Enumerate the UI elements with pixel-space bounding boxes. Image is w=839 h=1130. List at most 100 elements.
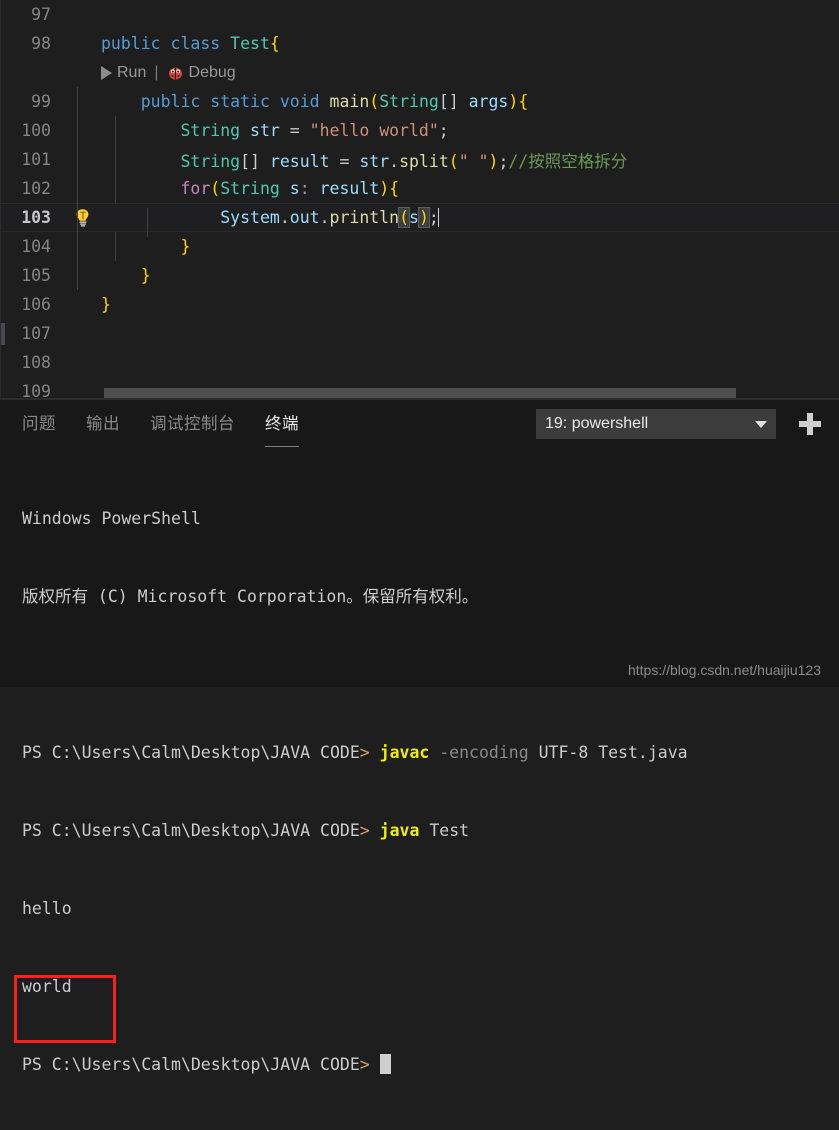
codelens-row[interactable]: Run | Debug bbox=[1, 58, 839, 87]
code-line[interactable]: 107 bbox=[1, 319, 839, 348]
code-token: } bbox=[180, 237, 191, 256]
code-token: ; bbox=[438, 121, 449, 140]
gutter-lightbulb[interactable] bbox=[69, 203, 101, 232]
gutter[interactable] bbox=[69, 87, 101, 116]
new-terminal-button[interactable] bbox=[799, 413, 821, 435]
code-token: void bbox=[279, 92, 330, 111]
terminal-line-output: world bbox=[22, 977, 72, 996]
line-number: 100 bbox=[21, 121, 51, 140]
code-token: . bbox=[319, 208, 330, 227]
tab-terminal[interactable]: 终端 bbox=[265, 410, 299, 447]
terminal-output[interactable]: Windows PowerShell 版权所有 (C) Microsoft Co… bbox=[0, 446, 839, 1074]
codelens-separator: | bbox=[154, 63, 159, 81]
line-number: 108 bbox=[21, 353, 51, 372]
code-token: String bbox=[379, 92, 439, 111]
code-token: ; bbox=[498, 151, 509, 171]
line-number: 103 bbox=[21, 208, 51, 227]
line-number: 107 bbox=[21, 324, 51, 343]
code-token: main bbox=[329, 92, 370, 111]
code-token: [] bbox=[438, 92, 469, 111]
gutter[interactable] bbox=[69, 348, 101, 377]
gutter[interactable] bbox=[69, 377, 101, 399]
code-token: println bbox=[329, 208, 400, 227]
gutter[interactable] bbox=[69, 261, 101, 290]
gutter[interactable] bbox=[69, 232, 116, 261]
code-token: ( bbox=[448, 151, 459, 171]
overview-ruler-marker bbox=[1, 323, 5, 345]
code-token: str bbox=[250, 121, 280, 140]
gutter[interactable] bbox=[69, 174, 116, 203]
line-number: 109 bbox=[21, 382, 51, 399]
code-text: } bbox=[101, 295, 111, 314]
line-number: 102 bbox=[21, 179, 51, 198]
code-token: " " bbox=[458, 151, 489, 171]
code-token: static bbox=[210, 92, 280, 111]
code-line[interactable]: 98 public class Test{ bbox=[1, 29, 839, 58]
terminal-line-prompt: PS C:\Users\Calm\Desktop\JAVA CODE> bbox=[22, 1052, 839, 1078]
gutter[interactable] bbox=[69, 29, 101, 58]
tab-output[interactable]: 输出 bbox=[86, 410, 120, 436]
terminal-selector-dropdown[interactable]: 19: powershell bbox=[536, 409, 776, 439]
code-line[interactable]: 101 String[] result = str.split(" ");//按… bbox=[1, 145, 839, 174]
code-line[interactable]: 104 } bbox=[1, 232, 839, 261]
code-token: ) bbox=[379, 179, 390, 198]
code-token: class bbox=[170, 34, 231, 53]
terminal-cursor bbox=[379, 1054, 391, 1074]
code-text: for(String s: result){ bbox=[101, 179, 399, 198]
code-text: System.out.println(s); bbox=[101, 207, 439, 237]
codelens-debug-label: Debug bbox=[188, 63, 236, 81]
terminal-line-command: PS C:\Users\Calm\Desktop\JAVA CODE> java… bbox=[22, 821, 470, 840]
code-token: for bbox=[180, 179, 211, 198]
code-token: System bbox=[220, 208, 280, 227]
gutter[interactable] bbox=[69, 145, 116, 174]
code-token: String bbox=[180, 121, 241, 140]
code-token: = bbox=[329, 151, 360, 171]
code-editor[interactable]: 97 98 public class Test{ Run | Debug 99 … bbox=[0, 0, 839, 399]
codelens-run-button[interactable]: Run bbox=[101, 64, 146, 82]
code-token: split bbox=[399, 151, 449, 171]
gutter[interactable] bbox=[69, 319, 101, 348]
code-token: ( bbox=[369, 92, 380, 111]
code-token: s bbox=[409, 208, 419, 227]
tab-problems[interactable]: 问题 bbox=[22, 410, 56, 436]
code-line[interactable]: 100 String str = "hello world"; bbox=[1, 116, 839, 145]
codelens-run-label: Run bbox=[117, 63, 147, 81]
code-line[interactable]: 99 public static void main(String[] args… bbox=[1, 87, 839, 116]
tab-debug-console[interactable]: 调试控制台 bbox=[150, 410, 235, 436]
code-token: //按照空格拆分 bbox=[508, 151, 628, 171]
code-text: } bbox=[101, 266, 151, 285]
bottom-panel: 问题 输出 调试控制台 终端 19: powershell Windows Po… bbox=[0, 399, 839, 1074]
terminal-line: 版权所有 (C) Microsoft Corporation。保留所有权利。 bbox=[22, 587, 479, 606]
code-text: public static void main(String[] args){ bbox=[101, 92, 529, 111]
code-line[interactable]: 106 } bbox=[1, 290, 839, 319]
code-line-active[interactable]: 103 System.out.println(s); bbox=[1, 203, 839, 237]
terminal-selector-value: 19: powershell bbox=[545, 415, 649, 432]
chevron-down-icon bbox=[755, 420, 767, 428]
gutter[interactable] bbox=[69, 290, 101, 319]
code-token: String bbox=[180, 151, 241, 171]
code-token: [] bbox=[240, 151, 270, 171]
code-token: out bbox=[289, 208, 320, 227]
code-token: s bbox=[289, 179, 300, 198]
code-line[interactable]: 108 bbox=[1, 348, 839, 377]
code-token: . bbox=[279, 208, 290, 227]
code-line[interactable]: 105 } bbox=[1, 261, 839, 290]
line-number: 105 bbox=[21, 266, 51, 285]
code-line[interactable]: 102 for(String s: result){ bbox=[1, 174, 839, 203]
code-token: : bbox=[299, 179, 310, 198]
code-text: String str = "hello world"; bbox=[101, 121, 449, 140]
code-line[interactable]: 97 bbox=[1, 0, 839, 29]
gutter[interactable] bbox=[69, 0, 101, 29]
codelens-debug-button[interactable]: Debug bbox=[167, 64, 236, 82]
gutter[interactable] bbox=[69, 116, 116, 145]
line-number: 97 bbox=[31, 5, 51, 24]
code-token: public bbox=[140, 92, 211, 111]
